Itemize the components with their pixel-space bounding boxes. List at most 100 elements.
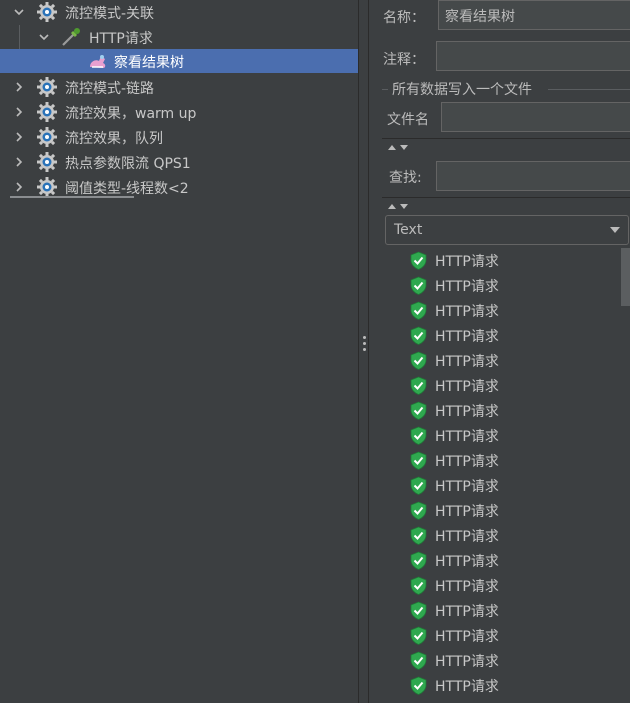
result-item-label: HTTP请求 (435, 278, 499, 295)
result-item[interactable]: HTTP请求 (410, 598, 499, 623)
chevron-right-icon[interactable] (13, 181, 25, 193)
chevron-right-icon[interactable] (13, 131, 25, 143)
tree-item-thread-group[interactable]: 热点参数限流 QPS1 (0, 150, 358, 175)
result-item[interactable]: HTTP请求 (410, 673, 499, 698)
name-label: 名称： (383, 10, 425, 26)
success-shield-icon (410, 251, 435, 270)
collapse-toggle[interactable] (388, 201, 418, 211)
tree-item-label: 流控效果，队列 (65, 131, 163, 147)
result-item[interactable]: HTTP请求 (410, 548, 499, 573)
gear-icon (37, 102, 57, 122)
collapse-up-icon[interactable] (388, 203, 396, 209)
drag-handle-dot (363, 336, 366, 339)
result-item-label: HTTP请求 (435, 603, 499, 620)
separator (382, 138, 630, 139)
comment-field[interactable] (436, 41, 630, 71)
dropdown-arrow-icon[interactable] (610, 227, 620, 233)
gear-icon (37, 2, 57, 22)
result-item-label: HTTP请求 (435, 378, 499, 395)
tree-item-label: 流控效果，warm up (65, 106, 197, 122)
expand-down-icon[interactable] (400, 144, 408, 150)
tree-item-label: HTTP请求 (89, 31, 153, 47)
search-field[interactable] (436, 161, 630, 191)
tree-item-thread-group[interactable]: 流控效果，队列 (0, 125, 358, 150)
collapse-up-icon[interactable] (388, 144, 396, 150)
results-list: HTTP请求 HTTP请求 HTTP请求 HTTP请求 HTTP请求 HTTP请求 HTTP… (385, 248, 630, 703)
split-pane-divider[interactable] (358, 0, 369, 703)
collapse-toggle[interactable] (388, 142, 418, 152)
tree-item-thread-group[interactable]: 流控模式-关联 (0, 0, 358, 25)
result-item[interactable]: HTTP请求 (410, 398, 499, 423)
result-item-label: HTTP请求 (435, 653, 499, 670)
result-item[interactable]: HTTP请求 (410, 498, 499, 523)
result-item-label: HTTP请求 (435, 253, 499, 270)
success-shield-icon (410, 376, 435, 395)
result-item[interactable]: HTTP请求 (410, 273, 499, 298)
chevron-right-icon[interactable] (13, 106, 25, 118)
filename-field[interactable] (441, 102, 630, 132)
tree-item-http-sampler[interactable]: HTTP请求 (0, 25, 358, 50)
success-shield-icon (410, 276, 435, 295)
tree-item-label: 流控模式-关联 (65, 6, 155, 22)
success-shield-icon (410, 301, 435, 320)
expand-down-icon[interactable] (400, 203, 408, 209)
result-item-label: HTTP请求 (435, 628, 499, 645)
result-item[interactable]: HTTP请求 (410, 448, 499, 473)
tree-item-thread-group[interactable]: 流控效果，warm up (0, 100, 358, 125)
result-item[interactable]: HTTP请求 (410, 473, 499, 498)
drag-handle-dot (363, 342, 366, 345)
result-item[interactable]: HTTP请求 (410, 523, 499, 548)
success-shield-icon (410, 551, 435, 570)
result-item-label: HTTP请求 (435, 503, 499, 520)
tree-item-thread-group[interactable]: 流控模式-链路 (0, 75, 358, 100)
search-label: 查找: (389, 170, 422, 186)
comment-label: 注释： (383, 52, 425, 68)
chevron-right-icon[interactable] (13, 156, 25, 168)
results-tree-panel: 名称： 察看结果树 注释： 所有数据写入一个文件 文件名 查找: Text HT… (370, 0, 630, 703)
tree-item-label: 阈值类型-线程数<2 (65, 181, 189, 197)
success-shield-icon (410, 526, 435, 545)
success-shield-icon (410, 426, 435, 445)
chevron-right-icon[interactable] (13, 81, 25, 93)
tree-item-label: 流控模式-链路 (65, 81, 155, 97)
result-item[interactable]: HTTP请求 (410, 323, 499, 348)
result-item-label: HTTP请求 (435, 678, 499, 695)
result-item-label: HTTP请求 (435, 303, 499, 320)
result-item[interactable]: HTTP请求 (410, 648, 499, 673)
results-tree-icon (90, 55, 106, 68)
success-shield-icon (410, 626, 435, 645)
chevron-down-icon[interactable] (13, 6, 25, 18)
group-border (382, 89, 388, 90)
chevron-down-icon[interactable] (38, 31, 50, 43)
result-item-label: HTTP请求 (435, 328, 499, 345)
name-field[interactable]: 察看结果树 (438, 0, 630, 30)
success-shield-icon (410, 451, 435, 470)
vertical-scrollbar[interactable] (621, 248, 630, 703)
success-shield-icon (410, 601, 435, 620)
scrollbar-thumb[interactable] (621, 248, 630, 306)
result-item-label: HTTP请求 (435, 578, 499, 595)
tree-item-label: 热点参数限流 QPS1 (65, 156, 191, 172)
tree-item-label: 察看结果树 (114, 55, 184, 71)
pipette-icon (62, 28, 80, 46)
result-item[interactable]: HTTP请求 (410, 623, 499, 648)
result-item[interactable]: HTTP请求 (410, 423, 499, 448)
renderer-select[interactable]: Text (385, 215, 629, 245)
gear-icon (37, 177, 57, 197)
success-shield-icon (410, 401, 435, 420)
result-item[interactable]: HTTP请求 (410, 298, 499, 323)
drag-handle-dot (363, 348, 366, 351)
result-item-label: HTTP请求 (435, 353, 499, 370)
result-item[interactable]: HTTP请求 (410, 373, 499, 398)
result-item-label: HTTP请求 (435, 453, 499, 470)
tree-item-results-tree[interactable]: 察看结果树 (0, 49, 358, 73)
result-item[interactable]: HTTP请求 (410, 248, 499, 273)
result-item-label: HTTP请求 (435, 428, 499, 445)
success-shield-icon (410, 651, 435, 670)
result-item[interactable]: HTTP请求 (410, 348, 499, 373)
success-shield-icon (410, 351, 435, 370)
result-item[interactable]: HTTP请求 (410, 573, 499, 598)
result-item-label: HTTP请求 (435, 478, 499, 495)
success-shield-icon (410, 576, 435, 595)
gear-icon (37, 77, 57, 97)
